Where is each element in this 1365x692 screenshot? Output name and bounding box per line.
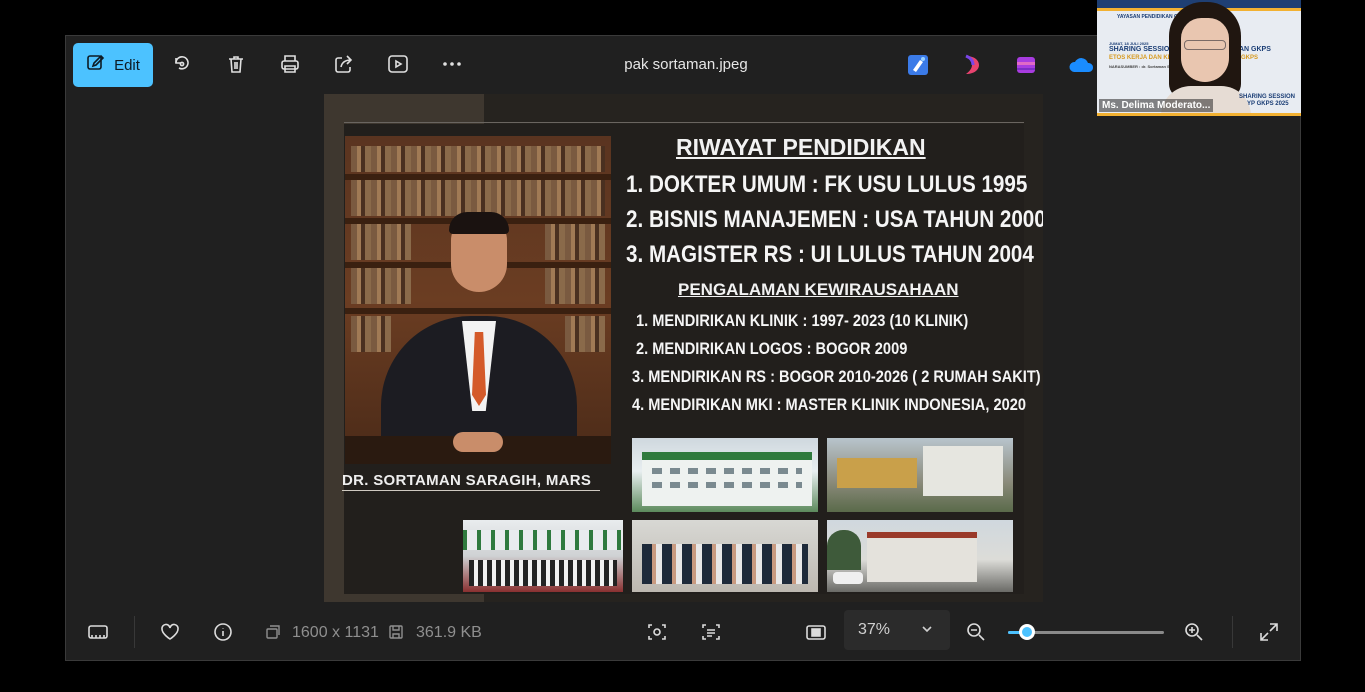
camera-session: SHARING SESSION — [1109, 46, 1175, 53]
more-button[interactable] — [437, 49, 467, 79]
education-item: 1. DOKTER UMUM : FK USU LULUS 1995 — [626, 171, 1028, 198]
expand-icon — [1260, 623, 1278, 641]
onedrive-icon — [1069, 58, 1094, 72]
image-dimensions: 1600 x 1131 — [292, 624, 379, 641]
filmstrip-icon — [88, 625, 108, 639]
copilot-button[interactable] — [1014, 53, 1038, 77]
divider — [134, 616, 135, 648]
camera-topic: ETOS KERJA DAN KEM — [1109, 55, 1177, 61]
share-button[interactable] — [329, 49, 359, 79]
info-icon — [214, 623, 232, 641]
camera-session-tail: AN GKPS — [1239, 46, 1271, 53]
zoom-slider-thumb[interactable] — [1019, 624, 1036, 640]
participant-name: Ms. Delima Moderato... — [1099, 99, 1214, 112]
actual-size-icon — [806, 625, 826, 640]
divider — [1232, 616, 1233, 648]
more-icon — [443, 62, 461, 66]
experience-item: 4. MENDIRIKAN MKI : MASTER KLINIK INDONE… — [632, 395, 1026, 414]
camera-bottom-bar — [1097, 113, 1301, 116]
favorite-button[interactable] — [156, 618, 184, 646]
zoom-in-icon — [1185, 623, 1203, 641]
heart-icon — [161, 623, 179, 640]
clipchamp-button[interactable] — [960, 53, 984, 77]
share-icon — [335, 55, 353, 73]
aerial-photo — [827, 438, 1013, 512]
education-item: 3. MAGISTER RS : UI LULUS TAHUN 2004 — [626, 241, 1034, 268]
zoom-out-icon — [967, 623, 985, 641]
video-call-thumbnail[interactable]: YAYASAN PENDIDIKAN GKPS JUMAT, 18 JULI 2… — [1097, 0, 1301, 116]
portrait-photo — [345, 136, 611, 464]
participant-face — [1181, 18, 1229, 82]
slideshow-icon — [388, 55, 408, 73]
designer-icon — [908, 55, 928, 75]
experience-item: 3. MENDIRIKAN RS : BOGOR 2010-2026 ( 2 R… — [632, 367, 1041, 386]
extract-text-icon — [702, 624, 720, 640]
education-item: 2. BISNIS MANAJEMEN : USA TAHUN 2000 — [626, 206, 1043, 233]
zoom-out-button[interactable] — [962, 618, 990, 646]
slideshow-button[interactable] — [383, 49, 413, 79]
info-button[interactable] — [209, 618, 237, 646]
group-photo-indoor — [632, 520, 818, 592]
dimensions-icon — [259, 618, 287, 646]
rotate-button[interactable] — [167, 49, 197, 79]
status-bar: 1600 x 1131 361.9 KB 37% — [66, 602, 1300, 662]
delete-button[interactable] — [221, 49, 251, 79]
clinic-photo — [827, 520, 1013, 592]
building-photo — [632, 438, 818, 512]
designer-button[interactable] — [906, 53, 930, 77]
fullscreen-button[interactable] — [1255, 618, 1283, 646]
experience-item: 1. MENDIRIKAN KLINIK : 1997- 2023 (10 KL… — [636, 311, 969, 330]
slide-subtitle: PENGALAMAN KEWIRAUSAHAAN — [678, 280, 959, 299]
experience-item: 2. MENDIRIKAN LOGOS : BOGOR 2009 — [636, 339, 908, 358]
file-size: 361.9 KB — [416, 624, 482, 641]
image-viewer[interactable]: DR. SORTAMAN SARAGIH, MARS RIWAYAT PENDI… — [324, 94, 1043, 602]
delete-icon — [229, 56, 243, 73]
rotate-icon — [175, 56, 189, 70]
print-icon — [281, 55, 299, 73]
onedrive-button[interactable] — [1068, 53, 1096, 77]
file-title: pak sortaman.jpeg — [624, 56, 748, 73]
photos-app-window: Edit pak sortaman.jpeg DR. SORTAMAN SARA… — [65, 35, 1301, 661]
copilot-icon — [1017, 57, 1035, 73]
participant-glasses — [1184, 40, 1226, 50]
zoom-value: 37% — [858, 621, 891, 638]
visual-search-button[interactable] — [643, 618, 671, 646]
edit-label: Edit — [114, 56, 140, 74]
camera-badge-1: SHARING SESSION — [1239, 94, 1296, 100]
name-underline — [342, 490, 600, 491]
camera-badge-2: YP GKPS 2025 — [1247, 101, 1289, 107]
chevron-down-icon — [920, 622, 934, 641]
zoom-dropdown[interactable]: 37% — [844, 610, 950, 650]
actual-size-button[interactable] — [802, 618, 830, 646]
extract-text-button[interactable] — [697, 618, 725, 646]
print-button[interactable] — [275, 49, 305, 79]
zoom-in-button[interactable] — [1180, 618, 1208, 646]
camera-topic-tail: GKPS — [1241, 55, 1259, 61]
slide-title: RIWAYAT PENDIDIKAN — [676, 134, 926, 160]
person-name: DR. SORTAMAN SARAGIH, MARS — [342, 472, 592, 489]
group-photo-outdoor — [463, 520, 623, 592]
edit-icon — [86, 53, 106, 77]
visual-search-icon — [648, 624, 666, 640]
edit-button[interactable]: Edit — [73, 43, 153, 87]
filmstrip-button[interactable] — [84, 618, 112, 646]
slide-top-rule — [344, 122, 1024, 123]
filesize-icon — [382, 618, 410, 646]
clipchamp-icon — [965, 54, 979, 74]
